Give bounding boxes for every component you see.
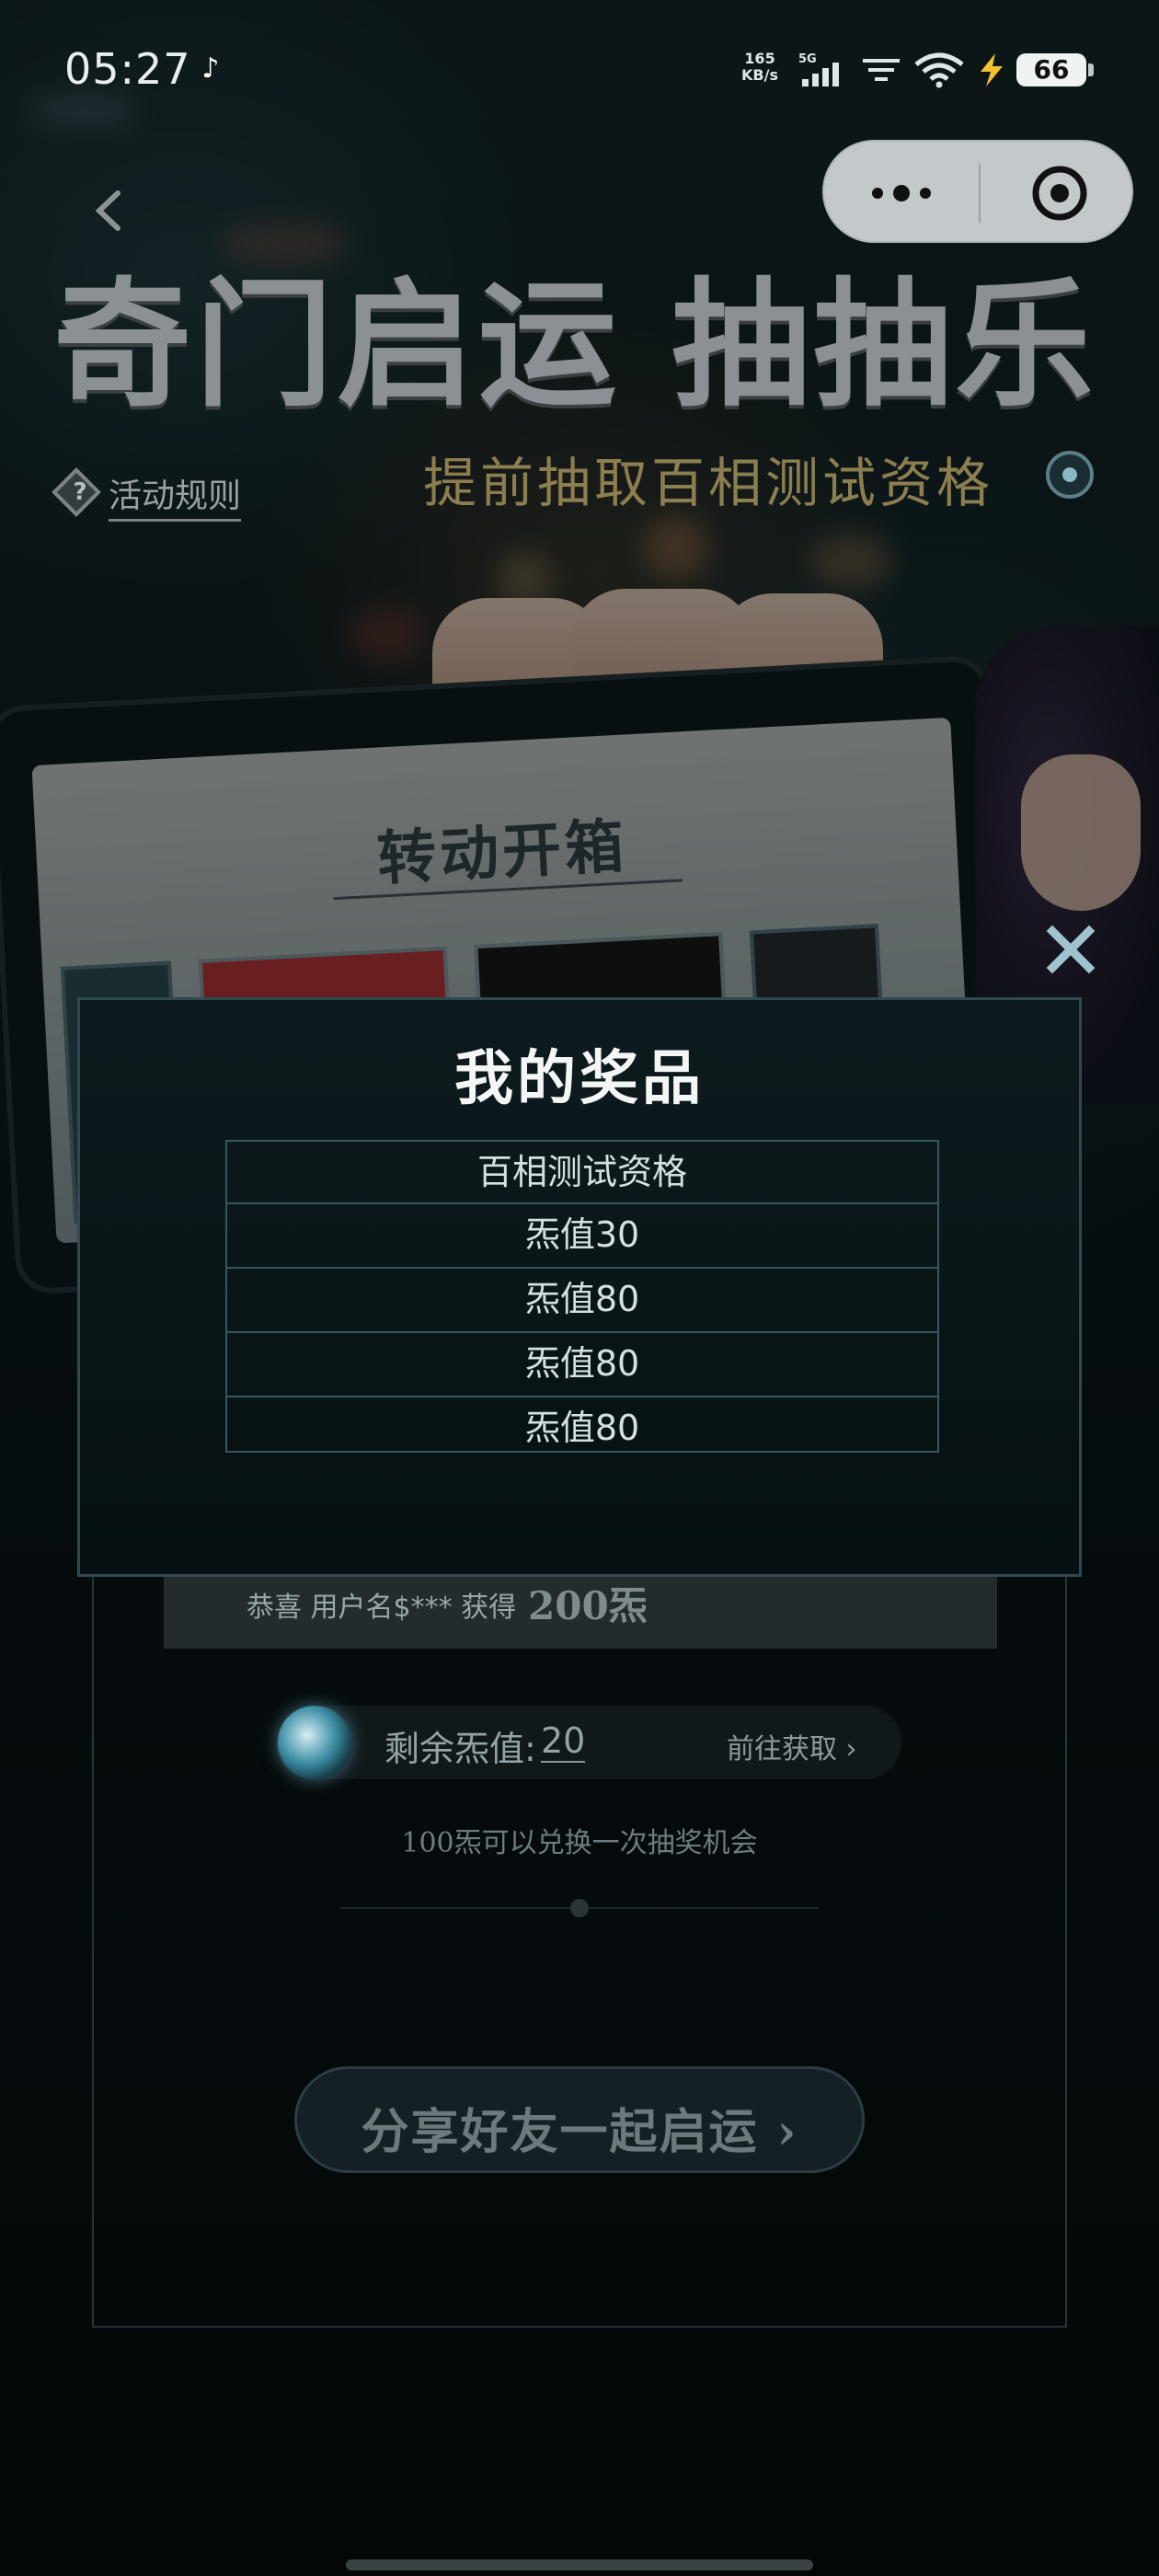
more-icon[interactable] xyxy=(865,175,938,212)
get-more-link[interactable]: 前往获取 › xyxy=(727,1726,857,1766)
orb-icon xyxy=(278,1706,351,1779)
my-prizes-modal: 我的奖品 百相测试资格 炁值30 炁值80 炁值80 炁值80 xyxy=(77,997,1082,1577)
prize-list[interactable]: 百相测试资格 炁值30 炁值80 炁值80 炁值80 xyxy=(225,1140,939,1526)
prize-row: 炁值30 xyxy=(225,1204,939,1269)
exchange-note: 100炁可以兑换一次抽奖机会 xyxy=(401,1827,758,1859)
home-indicator[interactable] xyxy=(346,2559,813,2570)
balance-label: 剩余炁值: xyxy=(384,1729,536,1769)
prize-list-scroll[interactable]: 百相测试资格 炁值30 炁值80 炁值80 炁值80 xyxy=(225,1140,939,1453)
share-button[interactable]: 分享好友一起启运 › xyxy=(294,2066,865,2173)
winner-text: 恭喜 用户名$*** 获得 xyxy=(247,1592,517,1624)
divider-dot xyxy=(570,1899,589,1917)
cellular-signal-icon: 5G xyxy=(798,52,839,86)
rules-label: 活动规则 xyxy=(109,469,242,522)
close-miniprogram-icon[interactable] xyxy=(1028,162,1091,224)
prize-row: 百相测试资格 xyxy=(225,1140,939,1204)
winner-amount: 200炁 xyxy=(528,1583,648,1628)
share-label: 分享好友一起启运 › xyxy=(361,2104,798,2160)
prize-row: 炁值80 xyxy=(225,1333,939,1397)
charging-icon xyxy=(981,53,1003,86)
badge-icon xyxy=(1046,451,1094,499)
page-subtitle: 提前抽取百相测试资格 xyxy=(423,452,994,514)
prize-row: 炁值80 xyxy=(225,1397,939,1451)
network-speed: 165 KB/s xyxy=(736,51,784,84)
balance-bar: 剩余炁值: 20 前往获取 › xyxy=(276,1706,901,1779)
status-time: 05:27 xyxy=(64,44,191,94)
modal-title: 我的奖品 xyxy=(454,1044,705,1113)
balance-value: 20 xyxy=(541,1720,586,1763)
battery-indicator: 66 xyxy=(1016,53,1094,86)
prize-row: 炁值80 xyxy=(225,1269,939,1333)
close-icon[interactable] xyxy=(1045,924,1096,975)
page-title: 奇门启运 抽抽乐 xyxy=(53,264,1097,426)
signal-icon xyxy=(863,59,900,81)
network-speed-unit: KB/s xyxy=(741,66,778,84)
tiktok-icon: ♪ xyxy=(201,52,220,85)
network-speed-value: 165 xyxy=(744,50,775,67)
question-mark-icon: ? xyxy=(73,478,87,506)
back-icon[interactable] xyxy=(90,188,127,234)
network-type: 5G xyxy=(798,52,817,66)
status-bar: 05:27 ♪ 165 KB/s 5G 66 xyxy=(0,0,1159,138)
miniprogram-capsule xyxy=(822,140,1133,243)
capsule-divider xyxy=(979,164,981,223)
wifi-icon xyxy=(914,52,964,88)
